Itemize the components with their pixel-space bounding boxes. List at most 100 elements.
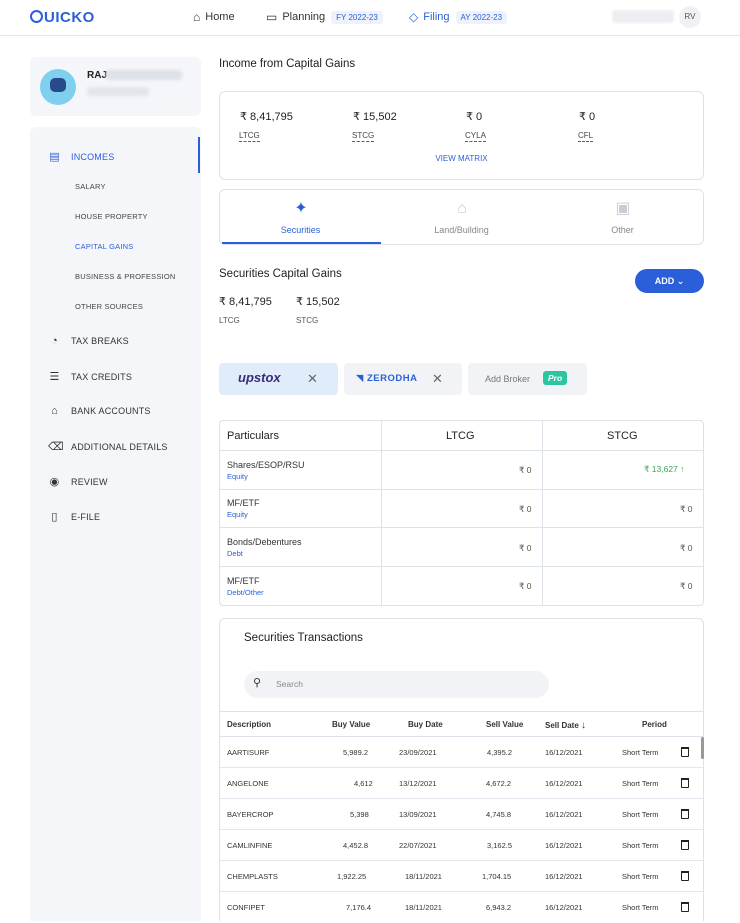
sidebar: ▤ INCOMES SALARY HOUSE PROPERTY CAPITAL G… bbox=[30, 127, 201, 921]
header-buy-date[interactable]: Buy Date bbox=[408, 720, 443, 729]
sidebar-sub-other-sources[interactable]: OTHER SOURCES bbox=[75, 302, 143, 311]
sidebar-item-e-file[interactable]: ▯ E-FILE bbox=[48, 510, 100, 523]
tab-land-building[interactable]: ⌂ Land/Building bbox=[381, 190, 542, 245]
planning-fy-pill: FY 2022-23 bbox=[331, 10, 383, 24]
sidebar-item-tax-breaks[interactable]: ◔ TAX BREAKS bbox=[48, 335, 129, 347]
nav-filing[interactable]: ◇ Filing AY 2022-23 bbox=[409, 0, 508, 34]
profile-pan-blurred bbox=[87, 87, 149, 96]
sort-arrow-down-icon: ↓ bbox=[581, 720, 587, 731]
header-sell-value[interactable]: Sell Value bbox=[486, 720, 523, 729]
broker-chip-upstox[interactable]: upstox ✕ bbox=[219, 363, 338, 395]
search-icon: ⚲ bbox=[253, 677, 262, 689]
particulars-row[interactable]: MF/ETF Debt/Other ₹ 0 ₹ 0 bbox=[220, 567, 703, 606]
bank-icon: ⌂ bbox=[51, 405, 58, 417]
sidebar-item-incomes[interactable]: ▤ INCOMES bbox=[48, 150, 114, 163]
search-input[interactable]: Search bbox=[276, 679, 303, 689]
incomes-icon: ▤ bbox=[49, 151, 60, 163]
summary-cyla-value: ₹ 0 bbox=[466, 111, 483, 123]
delete-trash-icon[interactable] bbox=[681, 902, 689, 912]
header-sell-date[interactable]: Sell Date ↓ bbox=[545, 720, 586, 731]
profile-avatar bbox=[40, 69, 76, 105]
remove-upstox-icon[interactable]: ✕ bbox=[307, 371, 318, 387]
transactions-search[interactable]: ⚲ Search bbox=[244, 671, 549, 698]
table-row[interactable]: BAYERCROP 5,398 13/09/2021 4,745.8 16/12… bbox=[220, 799, 703, 830]
tag-icon: ⌫ bbox=[48, 441, 64, 453]
securities-ltcg-label: LTCG bbox=[219, 316, 240, 325]
nav-home[interactable]: ⌂ Home bbox=[193, 0, 235, 34]
table-row[interactable]: ANGELONE 4,612 13/12/2021 4,672.2 16/12/… bbox=[220, 768, 703, 799]
sidebar-item-review[interactable]: ◉ REVIEW bbox=[48, 475, 108, 488]
sidebar-item-bank-accounts[interactable]: ⌂ BANK ACCOUNTS bbox=[48, 405, 151, 417]
profile-card[interactable]: RAJ bbox=[30, 57, 201, 116]
add-dropdown-button[interactable]: ADD ⌄ bbox=[635, 269, 704, 293]
delete-trash-icon[interactable] bbox=[681, 840, 689, 850]
safe-icon: ▣ bbox=[615, 200, 631, 217]
securities-stcg-value: ₹ 15,502 bbox=[296, 296, 340, 308]
delete-trash-icon[interactable] bbox=[681, 809, 689, 819]
profile-name-blurred bbox=[106, 70, 182, 80]
user-avatar[interactable]: RV bbox=[679, 6, 701, 28]
table-row[interactable]: AARTISURF 5,989.2 23/09/2021 4,395.2 16/… bbox=[220, 737, 703, 768]
quicko-logo[interactable]: UICKO bbox=[30, 9, 95, 26]
sidebar-item-additional-details[interactable]: ⌫ ADDITIONAL DETAILS bbox=[48, 440, 168, 453]
securities-ltcg-value: ₹ 8,41,795 bbox=[219, 296, 272, 308]
building-icon: ⌂ bbox=[457, 200, 467, 217]
sidebar-sub-salary[interactable]: SALARY bbox=[75, 182, 106, 191]
sidebar-sub-business-profession[interactable]: BUSINESS & PROFESSION bbox=[75, 272, 175, 281]
upstox-logo: upstox bbox=[238, 370, 281, 385]
summary-stcg-label[interactable]: STCG bbox=[352, 131, 375, 142]
particulars-row[interactable]: Shares/ESOP/RSU Equity ₹ 0 ₹ 13,627 ↑ bbox=[220, 451, 703, 490]
planning-icon: ▭ bbox=[266, 10, 278, 24]
securities-capital-gains-title: Securities Capital Gains bbox=[219, 268, 342, 280]
asset-type-tabs: ✦ Securities ⌂ Land/Building ▣ Other bbox=[219, 189, 704, 245]
sidebar-sub-capital-gains[interactable]: CAPITAL GAINS bbox=[75, 242, 133, 251]
sidebar-item-tax-credits[interactable]: ☰ TAX CREDITS bbox=[48, 370, 132, 383]
nav-planning[interactable]: ▭ Planning FY 2022-23 bbox=[266, 0, 383, 34]
broker-chip-zerodha[interactable]: ◥ ZERODHA ✕ bbox=[344, 363, 462, 395]
header-description[interactable]: Description bbox=[227, 720, 271, 729]
home-icon: ⌂ bbox=[193, 10, 201, 24]
header-stcg: STCG bbox=[607, 430, 638, 442]
table-row[interactable]: CAMLINFINE 4,452.8 22/07/2021 3,162.5 16… bbox=[220, 830, 703, 861]
top-bar: UICKO ⌂ Home ▭ Planning FY 2022-23 ◇ Filing A… bbox=[0, 0, 740, 36]
add-broker-button[interactable]: Add Broker Pro bbox=[468, 363, 587, 395]
tab-securities[interactable]: ✦ Securities bbox=[220, 190, 381, 245]
summary-ltcg-label[interactable]: LTCG bbox=[239, 131, 260, 142]
capital-gains-summary-card: ₹ 8,41,795 LTCG ₹ 15,502 STCG ₹ 0 CYLA ₹… bbox=[219, 91, 704, 180]
page-title: Income from Capital Gains bbox=[219, 58, 356, 70]
summary-stcg-value: ₹ 15,502 bbox=[353, 111, 397, 123]
eye-icon: ◉ bbox=[49, 476, 60, 488]
header-period[interactable]: Period bbox=[642, 720, 667, 729]
summary-cyla-label[interactable]: CYLA bbox=[465, 131, 486, 142]
remove-zerodha-icon[interactable]: ✕ bbox=[432, 371, 443, 387]
pro-badge: Pro bbox=[543, 371, 568, 385]
document-icon: ▯ bbox=[51, 511, 58, 523]
header-buy-value[interactable]: Buy Value bbox=[332, 720, 370, 729]
particulars-header-row: Particulars LTCG STCG bbox=[220, 421, 703, 451]
profile-name: RAJ bbox=[87, 70, 108, 81]
view-matrix-link[interactable]: VIEW MATRIX bbox=[220, 154, 703, 163]
table-row[interactable]: CHEMPLASTS 1,922.25 18/11/2021 1,704.15 … bbox=[220, 861, 703, 892]
delete-trash-icon[interactable] bbox=[681, 778, 689, 788]
tab-other[interactable]: ▣ Other bbox=[542, 190, 703, 245]
transactions-title: Securities Transactions bbox=[244, 632, 363, 644]
filing-ay-pill: AY 2022-23 bbox=[455, 10, 508, 24]
piggy-bank-icon: ◔ bbox=[51, 335, 58, 347]
sidebar-sub-house-property[interactable]: HOUSE PROPERTY bbox=[75, 212, 148, 221]
summary-ltcg-value: ₹ 8,41,795 bbox=[240, 111, 293, 123]
delete-trash-icon[interactable] bbox=[681, 747, 689, 757]
particulars-row[interactable]: MF/ETF Equity ₹ 0 ₹ 0 bbox=[220, 490, 703, 528]
user-name-blurred bbox=[612, 10, 674, 23]
table-row[interactable]: CONFIPET 7,176.4 18/11/2021 6,943.2 16/1… bbox=[220, 892, 703, 923]
header-particulars: Particulars bbox=[227, 430, 279, 442]
chart-trend-icon: ✦ bbox=[294, 200, 308, 217]
delete-trash-icon[interactable] bbox=[681, 871, 689, 881]
particulars-table: Particulars LTCG STCG Shares/ESOP/RSU Eq… bbox=[219, 420, 704, 606]
chevron-down-icon: ⌄ bbox=[676, 276, 685, 286]
securities-stcg-label: STCG bbox=[296, 316, 319, 325]
sidebar-active-indicator bbox=[198, 137, 200, 173]
particulars-row[interactable]: Bonds/Debentures Debt ₹ 0 ₹ 0 bbox=[220, 528, 703, 567]
filing-icon: ◇ bbox=[409, 10, 419, 24]
header-ltcg: LTCG bbox=[446, 430, 475, 442]
summary-cfl-label[interactable]: CFL bbox=[578, 131, 594, 142]
